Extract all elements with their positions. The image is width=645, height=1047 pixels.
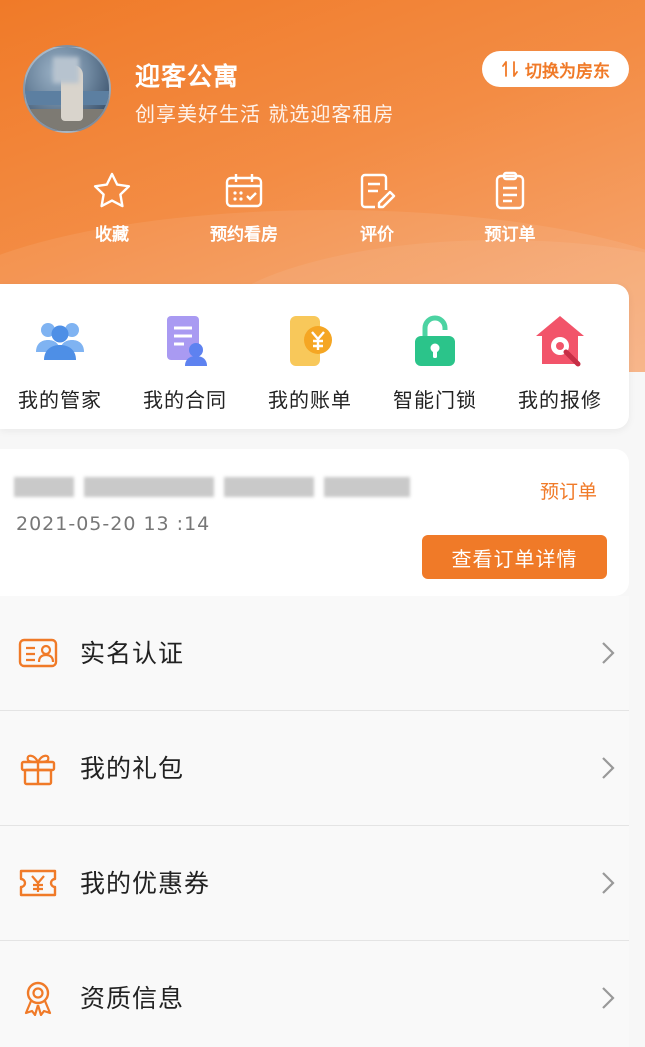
service-bill-label: 我的账单 xyxy=(268,388,352,412)
quick-reservations[interactable]: 预订单 xyxy=(455,170,565,245)
settings-menu: 实名认证 我的礼包 我的优惠券 资质信息 xyxy=(0,596,629,1047)
quick-reviews-label: 评价 xyxy=(360,225,394,245)
edit-note-icon xyxy=(360,173,396,209)
chevron-right-icon xyxy=(602,757,615,779)
chevron-right-icon xyxy=(602,642,615,664)
service-contract-label: 我的合同 xyxy=(143,388,227,412)
bill-yen-icon xyxy=(290,316,332,366)
menu-item-qualification[interactable]: 资质信息 xyxy=(0,941,629,1047)
brand-slogan: 创享美好生活 就选迎客租房 xyxy=(135,102,395,126)
switch-label: 切换为房东 xyxy=(525,61,610,82)
order-type-label: 预订单 xyxy=(540,481,598,503)
clipboard-icon xyxy=(495,171,525,210)
id-card-icon xyxy=(18,638,58,668)
order-card[interactable]: 预订单 2021-05-20 13 :14 查看订单详情 xyxy=(0,449,629,596)
service-smart-lock-label: 智能门锁 xyxy=(393,388,477,412)
smart-lock-icon xyxy=(415,315,455,366)
coupon-icon xyxy=(19,869,57,897)
service-butler-label: 我的管家 xyxy=(18,388,102,412)
switch-arrows-icon xyxy=(502,61,518,77)
people-group-icon xyxy=(36,323,84,360)
gift-icon xyxy=(20,754,56,786)
service-bill[interactable]: 我的账单 xyxy=(250,312,370,413)
switch-to-landlord-button[interactable]: 切换为房东 xyxy=(482,51,629,87)
service-smart-lock[interactable]: 智能门锁 xyxy=(375,312,495,413)
quick-viewing-appointment[interactable]: 预约看房 xyxy=(189,170,299,245)
quick-viewing-label: 预约看房 xyxy=(210,225,278,245)
service-panel: 我的管家 我的合同 我的账单 智能门锁 我的报修 xyxy=(0,284,629,429)
brand-name: 迎客公寓 xyxy=(135,62,240,91)
contract-icon xyxy=(167,316,207,366)
chevron-right-icon xyxy=(602,872,615,894)
service-contract[interactable]: 我的合同 xyxy=(125,312,245,413)
service-repair-label: 我的报修 xyxy=(518,388,602,412)
quick-favorites[interactable]: 收藏 xyxy=(57,170,167,245)
menu-item-coupon[interactable]: 我的优惠券 xyxy=(0,826,629,941)
quick-favorites-label: 收藏 xyxy=(95,225,129,245)
repair-house-icon xyxy=(536,316,584,367)
menu-item-label: 实名认证 xyxy=(80,639,185,668)
star-icon xyxy=(93,172,131,208)
order-title-redacted xyxy=(14,471,410,503)
quick-reviews[interactable]: 评价 xyxy=(322,170,432,245)
menu-item-gift[interactable]: 我的礼包 xyxy=(0,711,629,826)
menu-item-label: 我的优惠券 xyxy=(80,869,211,898)
menu-item-label: 我的礼包 xyxy=(80,754,185,783)
view-order-details-button[interactable]: 查看订单详情 xyxy=(422,535,607,579)
service-butler[interactable]: 我的管家 xyxy=(0,312,120,413)
avatar[interactable] xyxy=(23,45,111,133)
order-time: 2021-05-20 13 :14 xyxy=(16,513,211,535)
quick-reservations-label: 预订单 xyxy=(484,225,536,245)
award-icon xyxy=(24,981,52,1016)
chevron-right-icon xyxy=(602,987,615,1009)
menu-item-label: 资质信息 xyxy=(80,984,185,1013)
menu-item-real-name[interactable]: 实名认证 xyxy=(0,596,629,711)
calendar-icon xyxy=(225,174,263,208)
service-repair[interactable]: 我的报修 xyxy=(500,312,620,413)
